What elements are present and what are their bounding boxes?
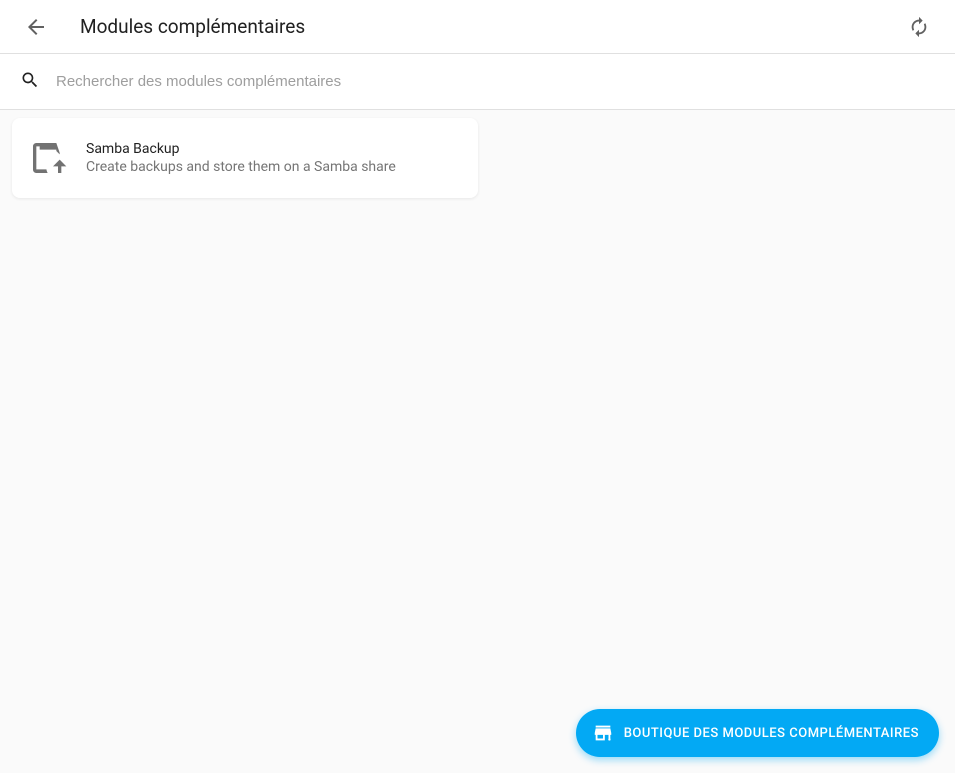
page-title: Modules complémentaires — [80, 15, 899, 38]
addon-card-samba-backup[interactable]: Samba Backup Create backups and store th… — [12, 118, 478, 198]
search-icon — [20, 70, 40, 94]
refresh-icon — [908, 16, 930, 38]
addon-list: Samba Backup Create backups and store th… — [0, 110, 955, 206]
store-button-label: BOUTIQUE DES MODULES COMPLÉMENTAIRES — [624, 726, 919, 741]
floppy-upload-icon — [28, 138, 68, 178]
addon-text: Samba Backup Create backups and store th… — [86, 141, 462, 175]
addon-title: Samba Backup — [86, 141, 462, 157]
search-input[interactable] — [56, 73, 935, 90]
back-button[interactable] — [16, 7, 56, 47]
search-bar — [0, 54, 955, 110]
addon-description: Create backups and store them on a Samba… — [86, 159, 462, 175]
header: Modules complémentaires — [0, 0, 955, 54]
store-icon — [592, 722, 614, 744]
store-button[interactable]: BOUTIQUE DES MODULES COMPLÉMENTAIRES — [576, 709, 939, 757]
arrow-left-icon — [24, 15, 48, 39]
refresh-button[interactable] — [899, 7, 939, 47]
